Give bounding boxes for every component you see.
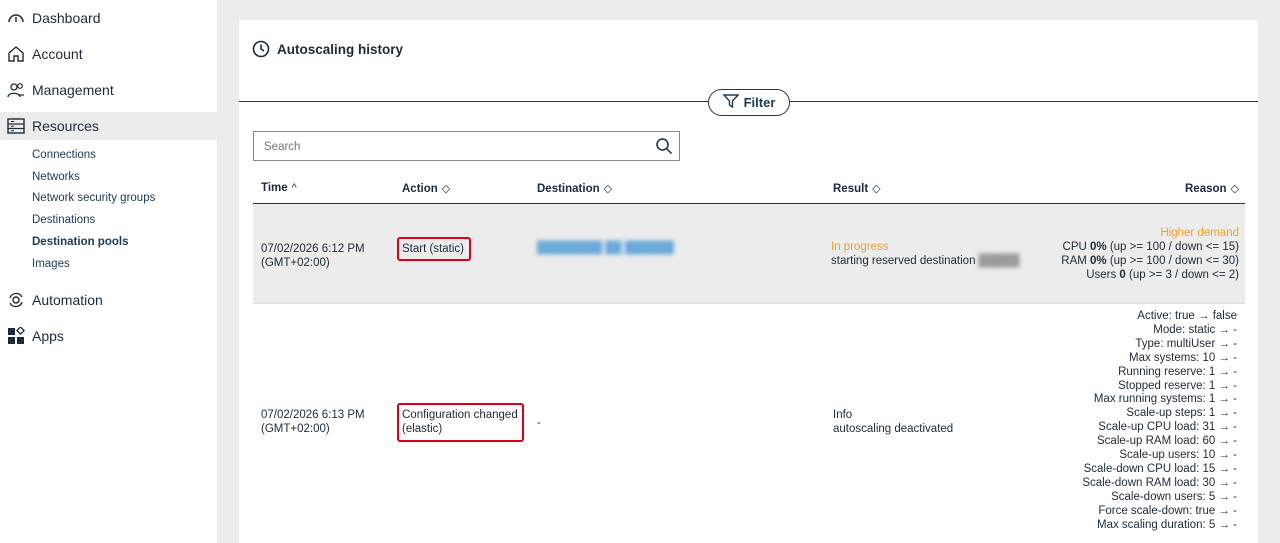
column-header-time[interactable]: Time ^ (261, 182, 297, 194)
reason-cell: Higher demand CPU 0% (up >= 100 / down <… (1061, 227, 1239, 281)
sidebar-item-label: Automation (32, 292, 103, 308)
sidebar-item-label: Resources (32, 118, 99, 134)
sort-icon: ◇ (1230, 183, 1240, 195)
sort-icon: ◇ (603, 183, 613, 195)
search-input[interactable] (264, 138, 644, 156)
sidebar-item-label: Dashboard (32, 10, 101, 26)
apps-icon (6, 326, 26, 346)
column-header-action[interactable]: Action ◇ (402, 182, 451, 196)
sidebar-item-management[interactable]: Management (0, 76, 217, 104)
search-box (253, 131, 680, 161)
sidebar-item-label: Management (32, 82, 114, 98)
page-title: Autoscaling history (277, 42, 404, 57)
scrollbar[interactable] (1274, 0, 1280, 543)
reason-change-list: Active: true → false Mode: static → - Ty… (1082, 310, 1237, 531)
sidebar-item-label: Account (32, 46, 83, 62)
sidebar: Dashboard Account Management Resources C… (0, 0, 217, 543)
server-icon (6, 116, 26, 136)
destination-cell: - (537, 417, 541, 429)
sort-icon: ◇ (441, 183, 451, 195)
redacted-value: █████ (978, 255, 1020, 267)
sidebar-subitem-networks[interactable]: Networks (32, 171, 80, 183)
sidebar-item-resources[interactable]: Resources (0, 112, 217, 140)
sidebar-item-account[interactable]: Account (0, 40, 217, 68)
search-icon[interactable] (655, 137, 673, 155)
time-cell: 07/02/2026 6:13 PM (GMT+02:00) (261, 409, 365, 435)
sidebar-subitem-connections[interactable]: Connections (32, 149, 96, 161)
sidebar-item-automation[interactable]: Automation (0, 286, 217, 314)
destination-cell[interactable]: ████████ ██ ██████ (537, 241, 674, 255)
redacted-destination: ████████ ██ ██████ (537, 242, 674, 254)
sidebar-subitem-network-security-groups[interactable]: Network security groups (32, 192, 155, 204)
status-badge: In progress (831, 241, 889, 253)
autoscaling-history-panel: Autoscaling history Filter Time^ Action◇… (239, 20, 1258, 543)
users-icon (6, 80, 26, 100)
result-cell: Info autoscaling deactivated (833, 409, 954, 435)
clock-icon (252, 40, 270, 58)
sidebar-subitem-images[interactable]: Images (32, 258, 70, 270)
filter-button[interactable]: Filter (708, 89, 790, 116)
sidebar-item-dashboard[interactable]: Dashboard (0, 4, 217, 32)
column-header-result[interactable]: Result ◇ (833, 182, 881, 196)
column-header-reason[interactable]: Reason ◇ (1185, 182, 1240, 196)
action-cell: Start (static) (402, 243, 464, 255)
sidebar-item-apps[interactable]: Apps (0, 322, 217, 350)
time-cell: 07/02/2026 6:12 PM (GMT+02:00) (261, 243, 365, 269)
gear-sync-icon (6, 290, 26, 310)
sort-icon: ◇ (872, 183, 881, 195)
sidebar-item-label: Apps (32, 328, 64, 344)
funnel-icon (722, 94, 740, 111)
column-header-destination[interactable]: Destination ◇ (537, 182, 613, 196)
result-cell: In progress starting reserved destinatio… (831, 241, 1020, 267)
home-icon (6, 44, 26, 64)
row-divider (253, 303, 1245, 304)
sidebar-subitem-destination-pools[interactable]: Destination pools (32, 236, 128, 248)
gauge-icon (6, 8, 26, 28)
action-cell: Configuration changed (elastic) (402, 409, 518, 435)
sort-ascending-icon: ^ (291, 182, 297, 194)
sidebar-subitem-destinations[interactable]: Destinations (32, 214, 95, 226)
filter-label: Filter (743, 95, 776, 110)
